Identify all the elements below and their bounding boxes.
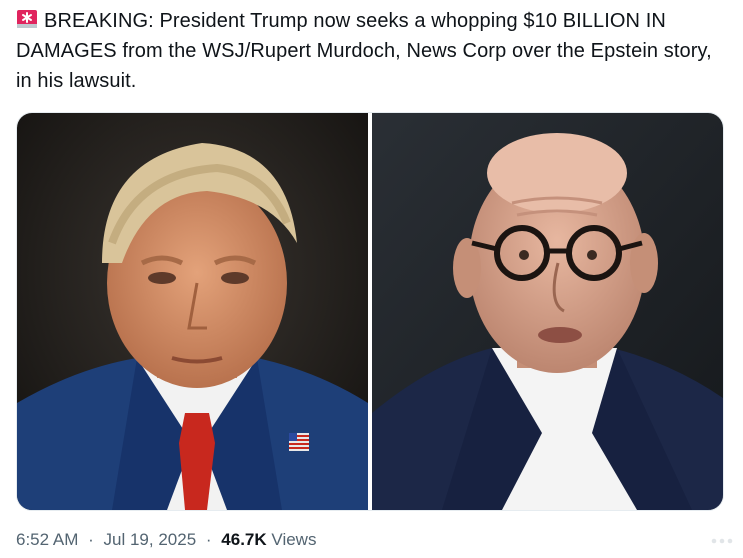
tweet-media[interactable]: [16, 112, 724, 511]
police-siren-icon: [17, 10, 37, 28]
tweet-date[interactable]: Jul 19, 2025: [104, 530, 197, 549]
views-count: 46.7K: [221, 530, 267, 549]
tweet-meta: 6:52 AM · Jul 19, 2025 · 46.7K Views: [16, 530, 316, 550]
tweet-body: BREAKING: President Trump now seeks a wh…: [16, 10, 712, 92]
views-label: Views: [271, 530, 317, 549]
media-photo-right[interactable]: [372, 113, 723, 510]
media-photo-left[interactable]: [17, 113, 368, 510]
meta-separator: ·: [205, 530, 212, 549]
meta-separator: ·: [88, 530, 94, 549]
tweet-time[interactable]: 6:52 AM: [16, 530, 78, 549]
more-options-icon[interactable]: [709, 528, 735, 554]
tweet-text: BREAKING: President Trump now seeks a wh…: [16, 6, 728, 96]
